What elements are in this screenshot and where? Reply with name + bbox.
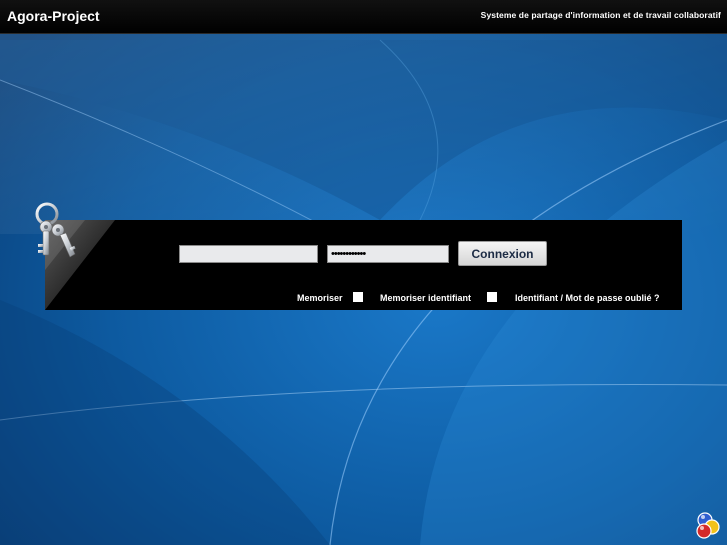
- remember-id-checkbox[interactable]: [487, 292, 497, 302]
- password-input[interactable]: [327, 245, 449, 263]
- keys-icon: [35, 202, 76, 258]
- remember-id-label: Memoriser identifiant: [380, 293, 472, 303]
- app-title: Agora-Project: [7, 8, 100, 24]
- top-bar: Agora-Project Systeme de partage d'infor…: [0, 0, 727, 34]
- app-tagline: Systeme de partage d'information et de t…: [480, 10, 721, 20]
- forgot-password-link[interactable]: Identifiant / Mot de passe oublié ?: [515, 293, 660, 303]
- connexion-button[interactable]: Connexion: [458, 241, 547, 266]
- login-panel: Connexion Memoriser Memoriser identifian…: [45, 220, 682, 310]
- login-screen: Agora-Project Systeme de partage d'infor…: [0, 0, 727, 545]
- username-input[interactable]: [179, 245, 318, 263]
- remember-checkbox[interactable]: [353, 292, 363, 302]
- remember-label: Memoriser: [297, 293, 343, 303]
- agora-logo-icon: [696, 512, 720, 539]
